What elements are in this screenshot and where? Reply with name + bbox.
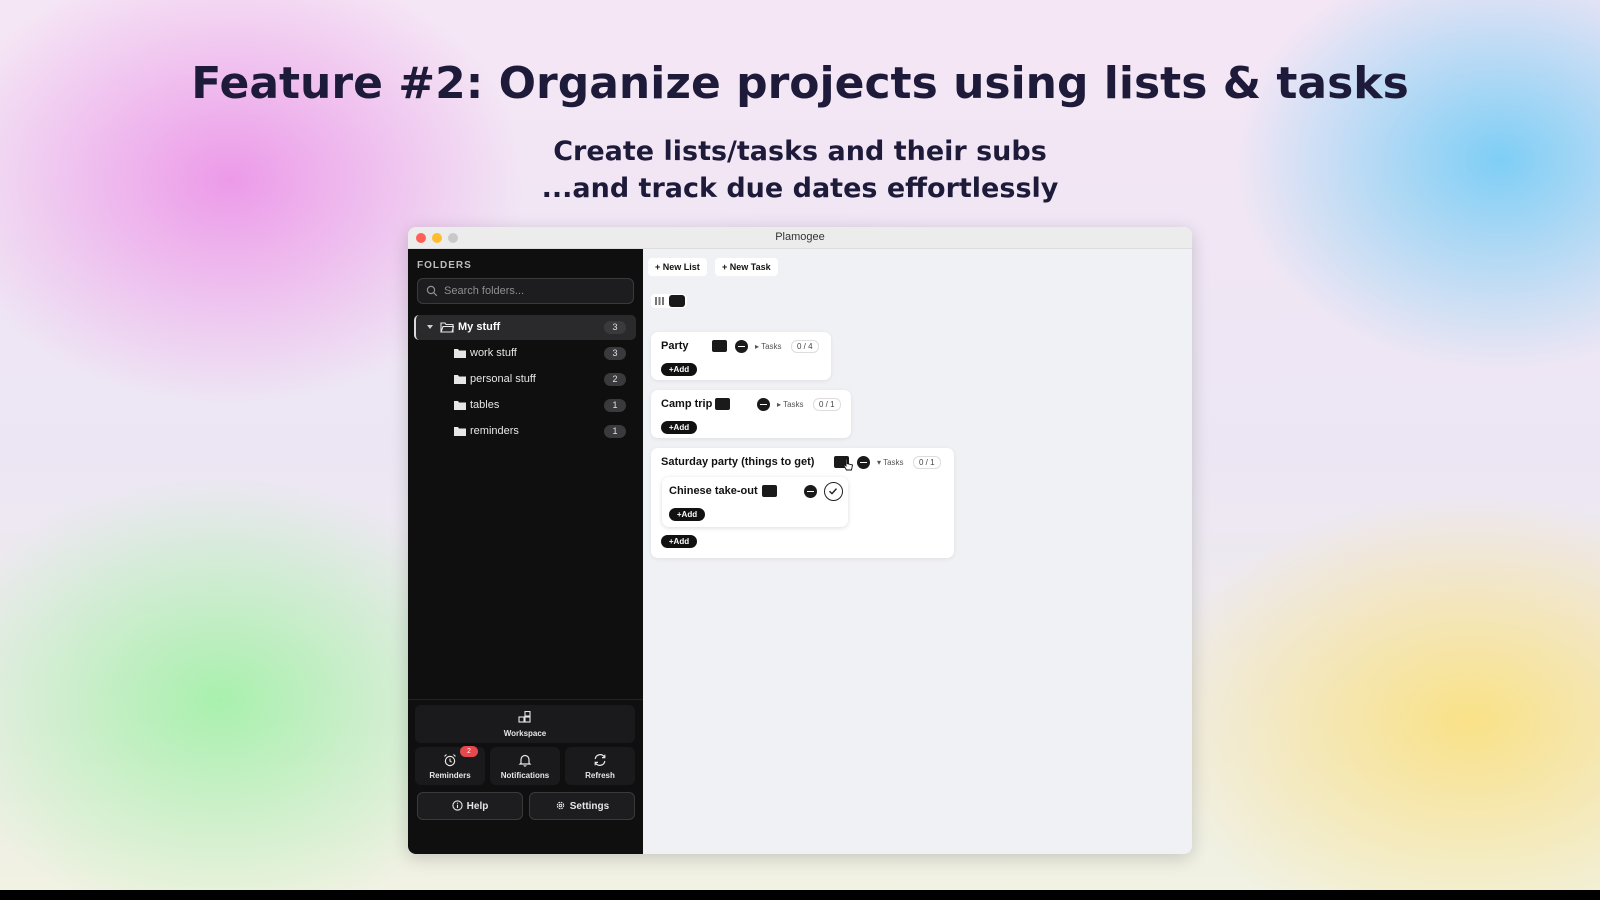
list-title: Saturday party (things to get) [661,456,815,468]
folder-count-badge: 3 [604,321,626,334]
folder-icon [454,401,466,410]
refresh-icon [594,754,606,766]
subtask-title: Chinese take-out [669,485,758,497]
workspace-button[interactable]: Workspace [415,705,635,743]
list-card-saturday-party[interactable]: Saturday party (things to get) ▾ Tasks 0… [651,448,954,558]
grid-view-icon[interactable] [715,398,730,410]
grid-view-icon[interactable] [817,456,832,468]
add-task-button[interactable]: +Add [661,363,697,376]
title-bar: Plamogee [408,227,1192,249]
feature-subline-2: ...and track due dates effortlessly [541,173,1059,204]
app-window: Plamogee FOLDERS My stuff 3 work stuff 3 [408,227,1192,854]
folder-count-badge: 3 [604,347,626,360]
folder-icon [454,375,466,384]
tasks-progress: 0 / 1 [913,456,941,469]
search-folders-input[interactable] [444,283,629,299]
checkmark-icon [829,488,838,495]
notifications-button[interactable]: Notifications [490,747,560,785]
list-view-icon[interactable] [779,485,794,497]
notifications-label: Notifications [500,771,550,780]
alarm-clock-icon [444,754,456,767]
main-content: + New List + New Task Party ▸ Tasks 0 / … [643,249,1192,854]
folder-work-stuff[interactable]: work stuff 3 [414,341,636,366]
reminders-button[interactable]: 2 Reminders [415,746,485,785]
gear-icon [556,801,565,810]
settings-label: Settings [569,801,610,812]
refresh-button[interactable]: Refresh [565,747,635,785]
grid-view-icon[interactable] [655,297,664,305]
folder-label: work stuff [470,347,517,359]
list-title: Camp trip [661,398,713,410]
sidebar: FOLDERS My stuff 3 work stuff 3 personal [408,249,643,854]
card-view-toggle[interactable] [695,340,729,352]
add-task-button[interactable]: +Add [661,535,697,548]
folder-count-badge: 2 [604,373,626,386]
folder-label: personal stuff [470,373,536,385]
list-view-icon[interactable] [669,295,685,307]
list-card-camp-trip[interactable]: Camp trip ▸ Tasks 0 / 1 +Add [651,390,851,438]
list-card-party[interactable]: Party ▸ Tasks 0 / 4 +Add [651,332,831,380]
folder-icon [454,427,466,436]
help-button[interactable]: Help [417,792,523,820]
collapse-list-button[interactable] [757,398,770,411]
folder-reminders[interactable]: reminders 1 [414,419,636,444]
grid-view-icon[interactable] [695,340,710,352]
folder-search[interactable] [417,278,634,304]
add-task-button[interactable]: +Add [661,421,697,434]
bottom-letterbox-bar [0,890,1600,900]
collapse-list-button[interactable] [735,340,748,353]
reminders-count-badge: 2 [460,746,478,757]
settings-button[interactable]: Settings [529,792,635,820]
folder-my-stuff[interactable]: My stuff 3 [414,315,636,340]
feature-subline-1: Create lists/tasks and their subs [553,136,1047,167]
folder-personal-stuff[interactable]: personal stuff 2 [414,367,636,392]
tasks-toggle[interactable]: ▾ Tasks [877,458,904,467]
tasks-toggle[interactable]: ▸ Tasks [755,342,782,351]
collapse-list-button[interactable] [857,456,870,469]
folder-tables[interactable]: tables 1 [414,393,636,418]
feature-headline: Feature #2: Organize projects using list… [191,58,1409,109]
folders-heading: FOLDERS [417,260,472,271]
card-view-toggle[interactable] [715,398,749,410]
refresh-label: Refresh [585,771,615,780]
folder-label: My stuff [458,321,501,333]
complete-task-button[interactable] [824,482,843,501]
workspace-icon [518,711,531,723]
folder-icon [454,349,466,358]
grid-view-icon[interactable] [762,485,777,497]
tasks-progress: 0 / 4 [791,340,819,353]
list-view-icon[interactable] [712,340,727,352]
help-label: Help [466,801,489,812]
card-view-toggle[interactable] [762,485,796,497]
workspace-label: Workspace [503,729,547,738]
new-list-button[interactable]: + New List [648,258,707,276]
chevron-down-icon[interactable] [426,323,434,331]
reminders-label: Reminders [429,771,471,780]
list-view-icon[interactable] [732,398,747,410]
info-icon [452,800,463,811]
bell-icon [518,754,532,767]
tasks-toggle[interactable]: ▸ Tasks [777,400,804,409]
folder-label: reminders [470,425,519,437]
sidebar-divider [408,699,643,700]
folder-count-badge: 1 [604,425,626,438]
new-task-button[interactable]: + New Task [715,258,778,276]
tasks-progress: 0 / 1 [813,398,841,411]
folder-open-icon [440,322,454,333]
folder-label: tables [470,399,500,411]
folder-count-badge: 1 [604,399,626,412]
window-title: Plamogee [775,231,825,243]
search-icon [426,285,438,297]
collapse-list-button[interactable] [804,485,817,498]
mouse-pointer-icon [843,458,854,471]
view-toggle[interactable] [651,294,687,308]
subtask-card-chinese-take-out[interactable]: Chinese take-out +Add [662,477,848,527]
list-title: Party [661,340,689,352]
add-subtask-button[interactable]: +Add [669,508,705,521]
